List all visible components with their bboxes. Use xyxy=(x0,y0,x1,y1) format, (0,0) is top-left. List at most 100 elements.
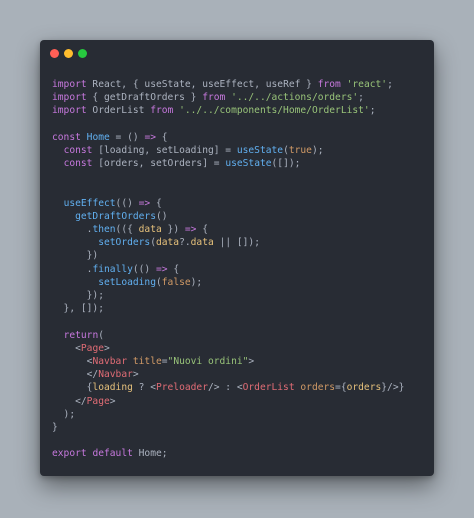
code-token: (() xyxy=(115,197,139,209)
code-line: import { getDraftOrders } from '../../ac… xyxy=(52,91,404,104)
code-token: from xyxy=(317,79,341,90)
code-line: const [orders, setOrders] = useState([])… xyxy=(52,157,404,170)
code-line: return( xyxy=(52,329,404,342)
code-token: } xyxy=(52,421,58,433)
code-token: . xyxy=(52,263,93,275)
code-token: import xyxy=(52,92,87,104)
code-token: return xyxy=(63,329,99,341)
code-token: ); xyxy=(52,408,76,420)
code-line: const Home = () => { xyxy=(52,131,404,144)
code-token: 'react' xyxy=(346,79,388,90)
code-token: useState xyxy=(225,158,272,170)
code-line: } xyxy=(52,421,404,434)
code-line: .finally(() => { xyxy=(52,263,404,276)
code-block: import React, { useState, useEffect, use… xyxy=(52,78,404,460)
code-token: [loading, setLoading] = xyxy=(92,144,237,156)
code-token: import xyxy=(52,105,87,117)
code-token: true xyxy=(288,144,312,156)
code-token: }) xyxy=(52,250,99,262)
minimize-button[interactable] xyxy=(64,49,73,58)
code-token: ; xyxy=(369,105,376,117)
code-token: Home xyxy=(86,131,110,143)
code-token: || []); xyxy=(213,237,260,249)
close-button[interactable] xyxy=(50,49,59,58)
code-token: const xyxy=(63,158,93,170)
code-token: data xyxy=(190,237,214,249)
code-token: { xyxy=(167,263,180,275)
window-controls xyxy=(50,49,87,61)
code-token: => xyxy=(144,131,156,143)
code-token: }, []); xyxy=(52,303,104,315)
code-token: export xyxy=(52,448,87,460)
code-token: setLoading xyxy=(98,276,156,288)
code-token: . xyxy=(52,224,93,236)
code-token: OrderList xyxy=(242,382,295,394)
code-line: import React, { useState, useEffect, use… xyxy=(52,78,404,91)
code-token: Navbar xyxy=(98,369,133,381)
code-token: { getDraftOrders } xyxy=(86,92,203,104)
code-token: ? < xyxy=(132,382,156,394)
code-token: } xyxy=(300,79,318,90)
code-token: finally xyxy=(92,263,133,275)
code-token: { xyxy=(52,382,93,394)
code-token: (({ xyxy=(115,224,139,236)
code-token: const xyxy=(63,144,93,156)
code-token: }); xyxy=(52,290,104,301)
code-token: < xyxy=(52,355,93,367)
code-token: useEffect xyxy=(63,197,116,209)
code-line: <Navbar title="Nuovi ordini"> xyxy=(52,355,404,368)
code-token: , xyxy=(254,79,266,90)
code-token: ?. xyxy=(179,237,191,249)
code-line: import OrderList from '../../components/… xyxy=(52,104,404,117)
code-token: ; xyxy=(358,92,364,104)
code-token: import xyxy=(52,79,87,90)
code-token: setOrders xyxy=(98,237,151,249)
code-window: import React, { useState, useEffect, use… xyxy=(40,40,434,476)
code-token: () xyxy=(155,210,168,222)
code-token: loading xyxy=(92,382,133,394)
code-token: ={ xyxy=(335,382,347,394)
code-token: useState xyxy=(144,79,191,90)
code-token: React, { xyxy=(86,79,145,90)
code-line: }, []); xyxy=(52,302,404,315)
code-token: useRef xyxy=(265,79,301,90)
maximize-button[interactable] xyxy=(78,49,87,58)
code-token: > xyxy=(132,369,139,381)
code-token: false xyxy=(161,276,191,288)
code-token: Home; xyxy=(132,448,168,460)
code-line: getDraftOrders() xyxy=(52,210,404,223)
code-token: ); xyxy=(311,144,324,156)
code-token: useEffect xyxy=(202,79,255,90)
code-token: { xyxy=(150,197,162,209)
code-token: [orders, setOrders] = xyxy=(92,158,226,170)
code-token: default xyxy=(92,448,133,460)
code-token: => xyxy=(155,263,168,275)
code-token: Page xyxy=(80,342,104,354)
code-line: }) xyxy=(52,249,404,262)
code-token: Navbar xyxy=(92,355,128,367)
code-token: > xyxy=(109,395,116,407)
code-line: const [loading, setLoading] = useState(t… xyxy=(52,144,404,157)
code-token: orders xyxy=(300,382,336,394)
code-token: ; xyxy=(387,79,393,90)
code-line: </Page> xyxy=(52,395,404,408)
code-token: then xyxy=(92,224,116,236)
code-token: > xyxy=(104,342,110,354)
code-token: ([]); xyxy=(271,158,301,170)
code-token: , xyxy=(190,79,203,90)
code-token: ( xyxy=(98,329,104,341)
code-token: data xyxy=(138,224,162,236)
code-token: orders xyxy=(346,382,382,394)
code-token: </ xyxy=(52,369,99,381)
code-token: getDraftOrders xyxy=(75,210,156,222)
code-token: Page xyxy=(86,395,110,407)
code-token: ); xyxy=(190,276,203,288)
